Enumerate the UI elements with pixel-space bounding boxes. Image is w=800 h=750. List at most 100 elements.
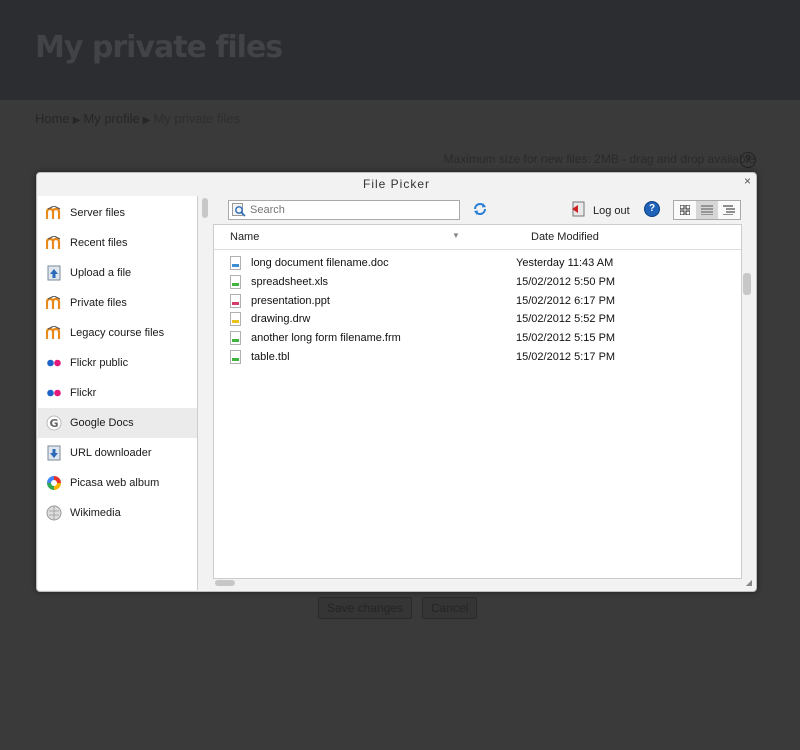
picasa-icon xyxy=(46,475,62,491)
page-title: My private files xyxy=(35,30,283,65)
sidebar-item-private-files[interactable]: Private files xyxy=(38,288,197,318)
sidebar-item-wikimedia[interactable]: Wikimedia xyxy=(38,498,197,528)
moodle-icon xyxy=(46,295,62,311)
cancel-button[interactable]: Cancel xyxy=(422,597,478,619)
file-icon xyxy=(230,312,241,327)
sidebar-item-flickr[interactable]: Flickr xyxy=(38,378,197,408)
column-name[interactable]: Name xyxy=(230,231,259,243)
list-icon xyxy=(701,205,713,215)
file-icon xyxy=(230,256,241,270)
breadcrumb-separator-icon: ▶ xyxy=(142,115,151,126)
breadcrumb-profile[interactable]: My profile xyxy=(83,111,139,126)
sidebar-item-legacy-course-files[interactable]: Legacy course files xyxy=(38,318,197,348)
file-row[interactable]: table.tbl 15/02/2012 5:17 PM xyxy=(214,349,741,367)
sidebar-scrollbar[interactable] xyxy=(199,196,211,590)
max-size-note: Maximum size for new files: 2MB - drag a… xyxy=(443,152,755,166)
file-row[interactable]: drawing.drw 15/02/2012 5:52 PM xyxy=(214,311,741,329)
sidebar-item-label: URL downloader xyxy=(70,447,152,459)
wikimedia-icon xyxy=(46,505,62,521)
grid-icon xyxy=(680,205,690,215)
sidebar-item-recent-files[interactable]: Recent files xyxy=(38,228,197,258)
moodle-icon xyxy=(46,235,62,251)
file-row[interactable]: another long form filename.frm 15/02/2012… xyxy=(214,330,741,348)
view-icons-button[interactable] xyxy=(674,201,696,219)
breadcrumb-current: My private files xyxy=(153,111,241,126)
sidebar-item-label: Upload a file xyxy=(70,267,132,279)
list-horizontal-scrollbar[interactable] xyxy=(213,577,742,589)
file-picker-toolbar: Log out ? xyxy=(213,196,754,224)
page-header: My private files xyxy=(0,0,800,100)
sidebar-item-upload-a-file[interactable]: Upload a file xyxy=(38,258,197,288)
close-icon[interactable]: × xyxy=(744,174,751,188)
save-changes-button[interactable]: Save changes xyxy=(318,597,413,619)
file-name: another long form filename.frm xyxy=(251,332,401,345)
view-switcher xyxy=(673,200,741,220)
file-name: long document filename.doc xyxy=(251,257,389,269)
sidebar-item-label: Flickr xyxy=(70,387,97,399)
search-input[interactable] xyxy=(250,202,450,218)
sidebar-item-label: Legacy course files xyxy=(70,327,165,339)
file-icon xyxy=(230,293,241,308)
list-vertical-scrollbar[interactable] xyxy=(743,273,751,295)
file-date-modified: 15/02/2012 6:17 PM xyxy=(516,294,616,307)
sidebar-item-label: Flickr public xyxy=(70,357,129,369)
help-icon[interactable]: ? xyxy=(644,201,660,217)
sidebar-item-google-docs[interactable]: G Google Docs xyxy=(38,408,197,438)
sidebar-item-server-files[interactable]: Server files xyxy=(38,198,197,228)
file-icon xyxy=(230,274,241,289)
column-date-modified[interactable]: Date Modified xyxy=(531,231,599,243)
logout-label: Log out xyxy=(593,204,630,217)
file-row[interactable]: long document filename.doc Yesterday 11:4… xyxy=(214,255,741,273)
sidebar-item-label: Private files xyxy=(70,297,127,309)
logout-icon xyxy=(572,201,585,217)
view-list-button[interactable] xyxy=(696,201,718,219)
upload-icon xyxy=(46,265,62,281)
file-name: drawing.drw xyxy=(251,313,311,326)
svg-text:G: G xyxy=(49,417,58,430)
search-icon xyxy=(232,203,246,217)
file-name: table.tbl xyxy=(251,351,290,363)
file-name: presentation.ppt xyxy=(251,294,330,307)
file-row[interactable]: spreadsheet.xls 15/02/2012 5:50 PM xyxy=(214,274,741,292)
file-date-modified: 15/02/2012 5:50 PM xyxy=(516,275,616,288)
file-icon xyxy=(230,331,241,346)
moodle-icon xyxy=(46,325,62,341)
sidebar-item-label: Picasa web album xyxy=(70,477,160,489)
moodle-icon xyxy=(46,205,62,221)
google-icon: G xyxy=(46,415,62,431)
breadcrumb-home[interactable]: Home xyxy=(35,111,70,126)
sidebar-item-url-downloader[interactable]: URL downloader xyxy=(38,438,197,468)
logout-button[interactable]: Log out xyxy=(571,201,630,217)
list-header: Name ▼ Date Modified xyxy=(214,225,741,250)
scrollbar-thumb[interactable] xyxy=(202,198,208,218)
tree-icon xyxy=(723,205,735,215)
sidebar-item-label: Recent files xyxy=(70,237,128,249)
sidebar-item-picasa-web-album[interactable]: Picasa web album xyxy=(38,468,197,498)
sort-arrow-icon[interactable]: ▼ xyxy=(452,231,460,240)
file-date-modified: 15/02/2012 5:17 PM xyxy=(516,351,616,363)
file-name: spreadsheet.xls xyxy=(251,275,329,288)
sidebar-item-label: Server files xyxy=(70,207,126,219)
search-box[interactable] xyxy=(228,200,460,220)
refresh-icon[interactable] xyxy=(472,201,488,217)
sidebar-item-label: Wikimedia xyxy=(70,507,121,519)
help-icon[interactable]: ? xyxy=(740,152,756,168)
dialog-title: File Picker xyxy=(362,177,430,191)
file-icon xyxy=(230,350,241,364)
sidebar-item-flickr-public[interactable]: Flickr public xyxy=(38,348,197,378)
url-icon xyxy=(46,445,62,461)
file-date-modified: Yesterday 11:43 AM xyxy=(516,257,614,269)
file-picker-dialog: File Picker × Server files Recent files Up… xyxy=(36,172,757,592)
flickr-icon xyxy=(46,355,62,371)
file-list: Name ▼ Date Modified long document filen… xyxy=(213,224,742,579)
repository-sidebar: Server files Recent files Upload a file Pri… xyxy=(38,196,198,590)
sidebar-item-label: Google Docs xyxy=(70,417,134,429)
file-row[interactable]: presentation.ppt 15/02/2012 6:17 PM xyxy=(214,293,741,311)
view-tree-button[interactable] xyxy=(718,201,740,219)
resize-grip-icon[interactable]: ◢ xyxy=(746,578,752,587)
scrollbar-thumb[interactable] xyxy=(215,580,235,586)
breadcrumb: Home ▶ My profile ▶ My private files xyxy=(35,111,240,126)
file-date-modified: 15/02/2012 5:52 PM xyxy=(516,313,616,326)
file-date-modified: 15/02/2012 5:15 PM xyxy=(516,332,616,345)
flickr-icon xyxy=(46,385,62,401)
